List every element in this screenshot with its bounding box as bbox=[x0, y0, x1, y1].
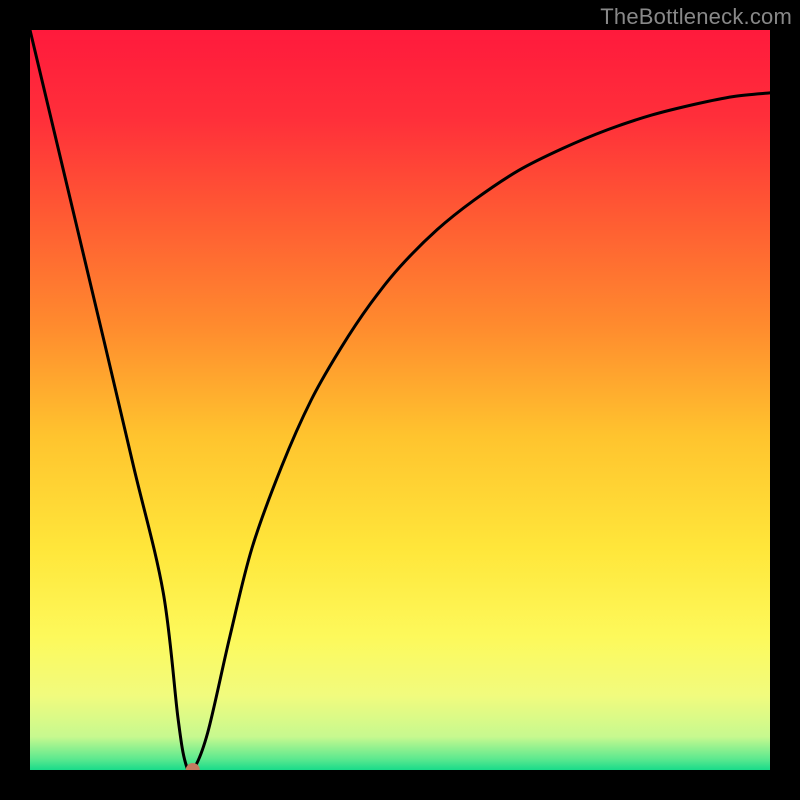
gradient-background bbox=[30, 30, 770, 770]
chart-plot bbox=[30, 30, 770, 770]
watermark-text: TheBottleneck.com bbox=[600, 4, 792, 30]
chart-frame: TheBottleneck.com bbox=[0, 0, 800, 800]
